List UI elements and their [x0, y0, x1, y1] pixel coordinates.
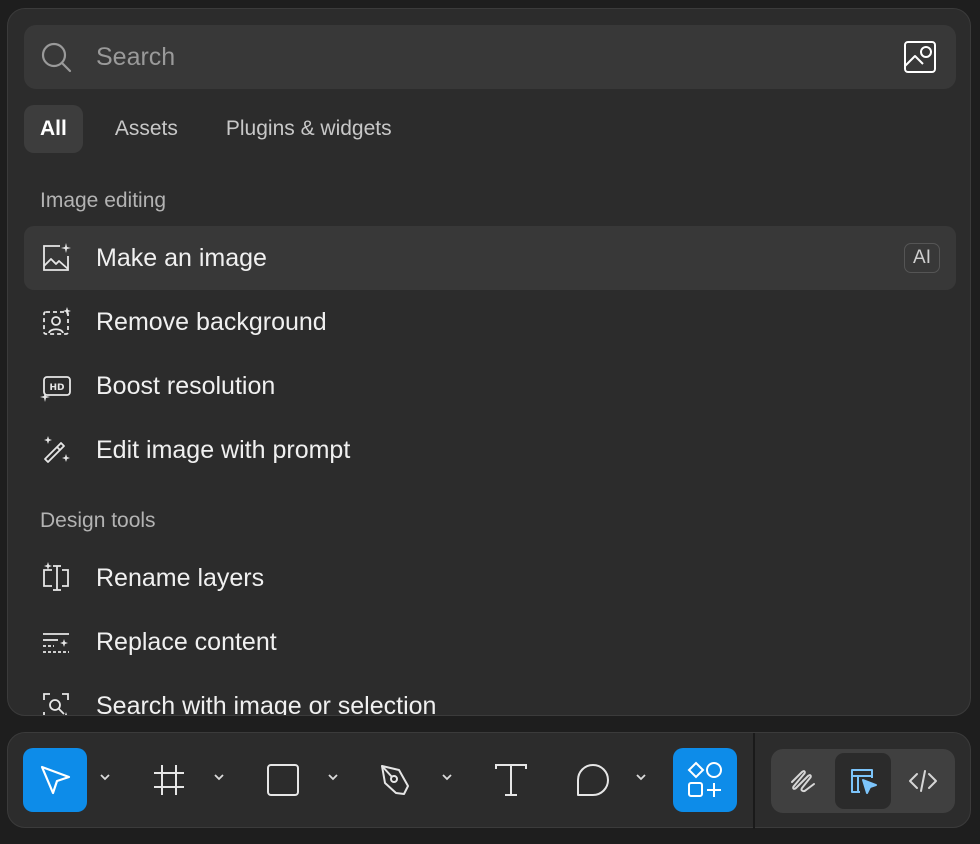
shapes-plus-icon — [687, 761, 722, 797]
chevron-down-icon[interactable] — [633, 769, 649, 785]
tab-assets[interactable]: Assets — [99, 105, 194, 153]
draw-mode-button[interactable] — [775, 753, 831, 809]
section-title-design-tools: Design tools — [40, 509, 156, 532]
search-input[interactable] — [96, 37, 876, 77]
remove-background-icon — [43, 307, 71, 335]
pen-nib-icon — [381, 765, 409, 795]
tab-all[interactable]: All — [24, 105, 83, 153]
search-bar — [24, 25, 956, 89]
replace-content-icon — [43, 633, 69, 653]
rename-layers-icon — [43, 562, 69, 591]
action-rename-layers[interactable]: Rename layers — [24, 546, 956, 610]
hd-sparkle-icon: HD — [40, 376, 71, 402]
filter-tabs: All Assets Plugins & widgets — [24, 105, 408, 153]
comment-tool-button[interactable] — [561, 748, 625, 812]
shape-tool-button[interactable] — [251, 748, 315, 812]
pen-tool-button[interactable] — [365, 748, 429, 812]
frame-tool-button[interactable] — [137, 748, 201, 812]
move-tool-button[interactable] — [23, 748, 87, 812]
design-mode-button[interactable] — [835, 753, 891, 809]
section-title-image-editing: Image editing — [40, 189, 167, 212]
action-label: Remove background — [96, 308, 327, 336]
action-label: Replace content — [96, 628, 277, 656]
quick-actions-panel: All Assets Plugins & widgets Image editi… — [7, 8, 971, 716]
tab-plugins-widgets[interactable]: Plugins & widgets — [210, 105, 408, 153]
cursor-arrow-icon — [40, 765, 71, 795]
action-replace-content[interactable]: Replace content — [24, 610, 956, 674]
magic-wand-icon — [44, 436, 70, 463]
action-edit-image-with-prompt[interactable]: Edit image with prompt — [24, 418, 956, 482]
chevron-down-icon[interactable] — [97, 769, 113, 785]
chevron-down-icon[interactable] — [439, 769, 455, 785]
action-label: Make an image — [96, 244, 267, 272]
chevron-down-icon[interactable] — [325, 769, 341, 785]
frame-hash-icon — [154, 765, 184, 795]
rectangle-icon — [267, 764, 299, 796]
image-sparkle-icon — [43, 243, 71, 271]
action-search-with-image-or-selection[interactable]: Search with image or selection — [24, 674, 956, 716]
actions-tool-button[interactable] — [673, 748, 737, 812]
action-remove-background[interactable]: Remove background — [24, 290, 956, 354]
comment-bubble-icon — [577, 764, 609, 796]
code-brackets-icon — [909, 770, 937, 792]
search-selection-icon — [43, 693, 69, 715]
bottom-toolbar — [7, 732, 971, 829]
search-icon — [41, 42, 72, 73]
action-label: Rename layers — [96, 564, 265, 592]
image-search-icon[interactable] — [902, 39, 938, 75]
action-label: Search with image or selection — [96, 692, 437, 716]
action-label: Boost resolution — [96, 372, 276, 400]
squiggle-draw-icon — [791, 770, 815, 793]
dev-mode-button[interactable] — [895, 753, 951, 809]
toolbar-divider — [753, 733, 755, 829]
text-tool-button[interactable] — [479, 748, 543, 812]
svg-text:HD: HD — [49, 383, 64, 393]
action-boost-resolution[interactable]: HD Boost resolution — [24, 354, 956, 418]
action-make-an-image[interactable]: Make an image AI — [24, 226, 956, 290]
text-t-icon — [495, 764, 527, 796]
ai-badge: AI — [904, 243, 940, 273]
mode-switcher — [771, 749, 955, 813]
action-label: Edit image with prompt — [96, 436, 351, 464]
chevron-down-icon[interactable] — [211, 769, 227, 785]
design-layout-cursor-icon — [851, 769, 877, 794]
